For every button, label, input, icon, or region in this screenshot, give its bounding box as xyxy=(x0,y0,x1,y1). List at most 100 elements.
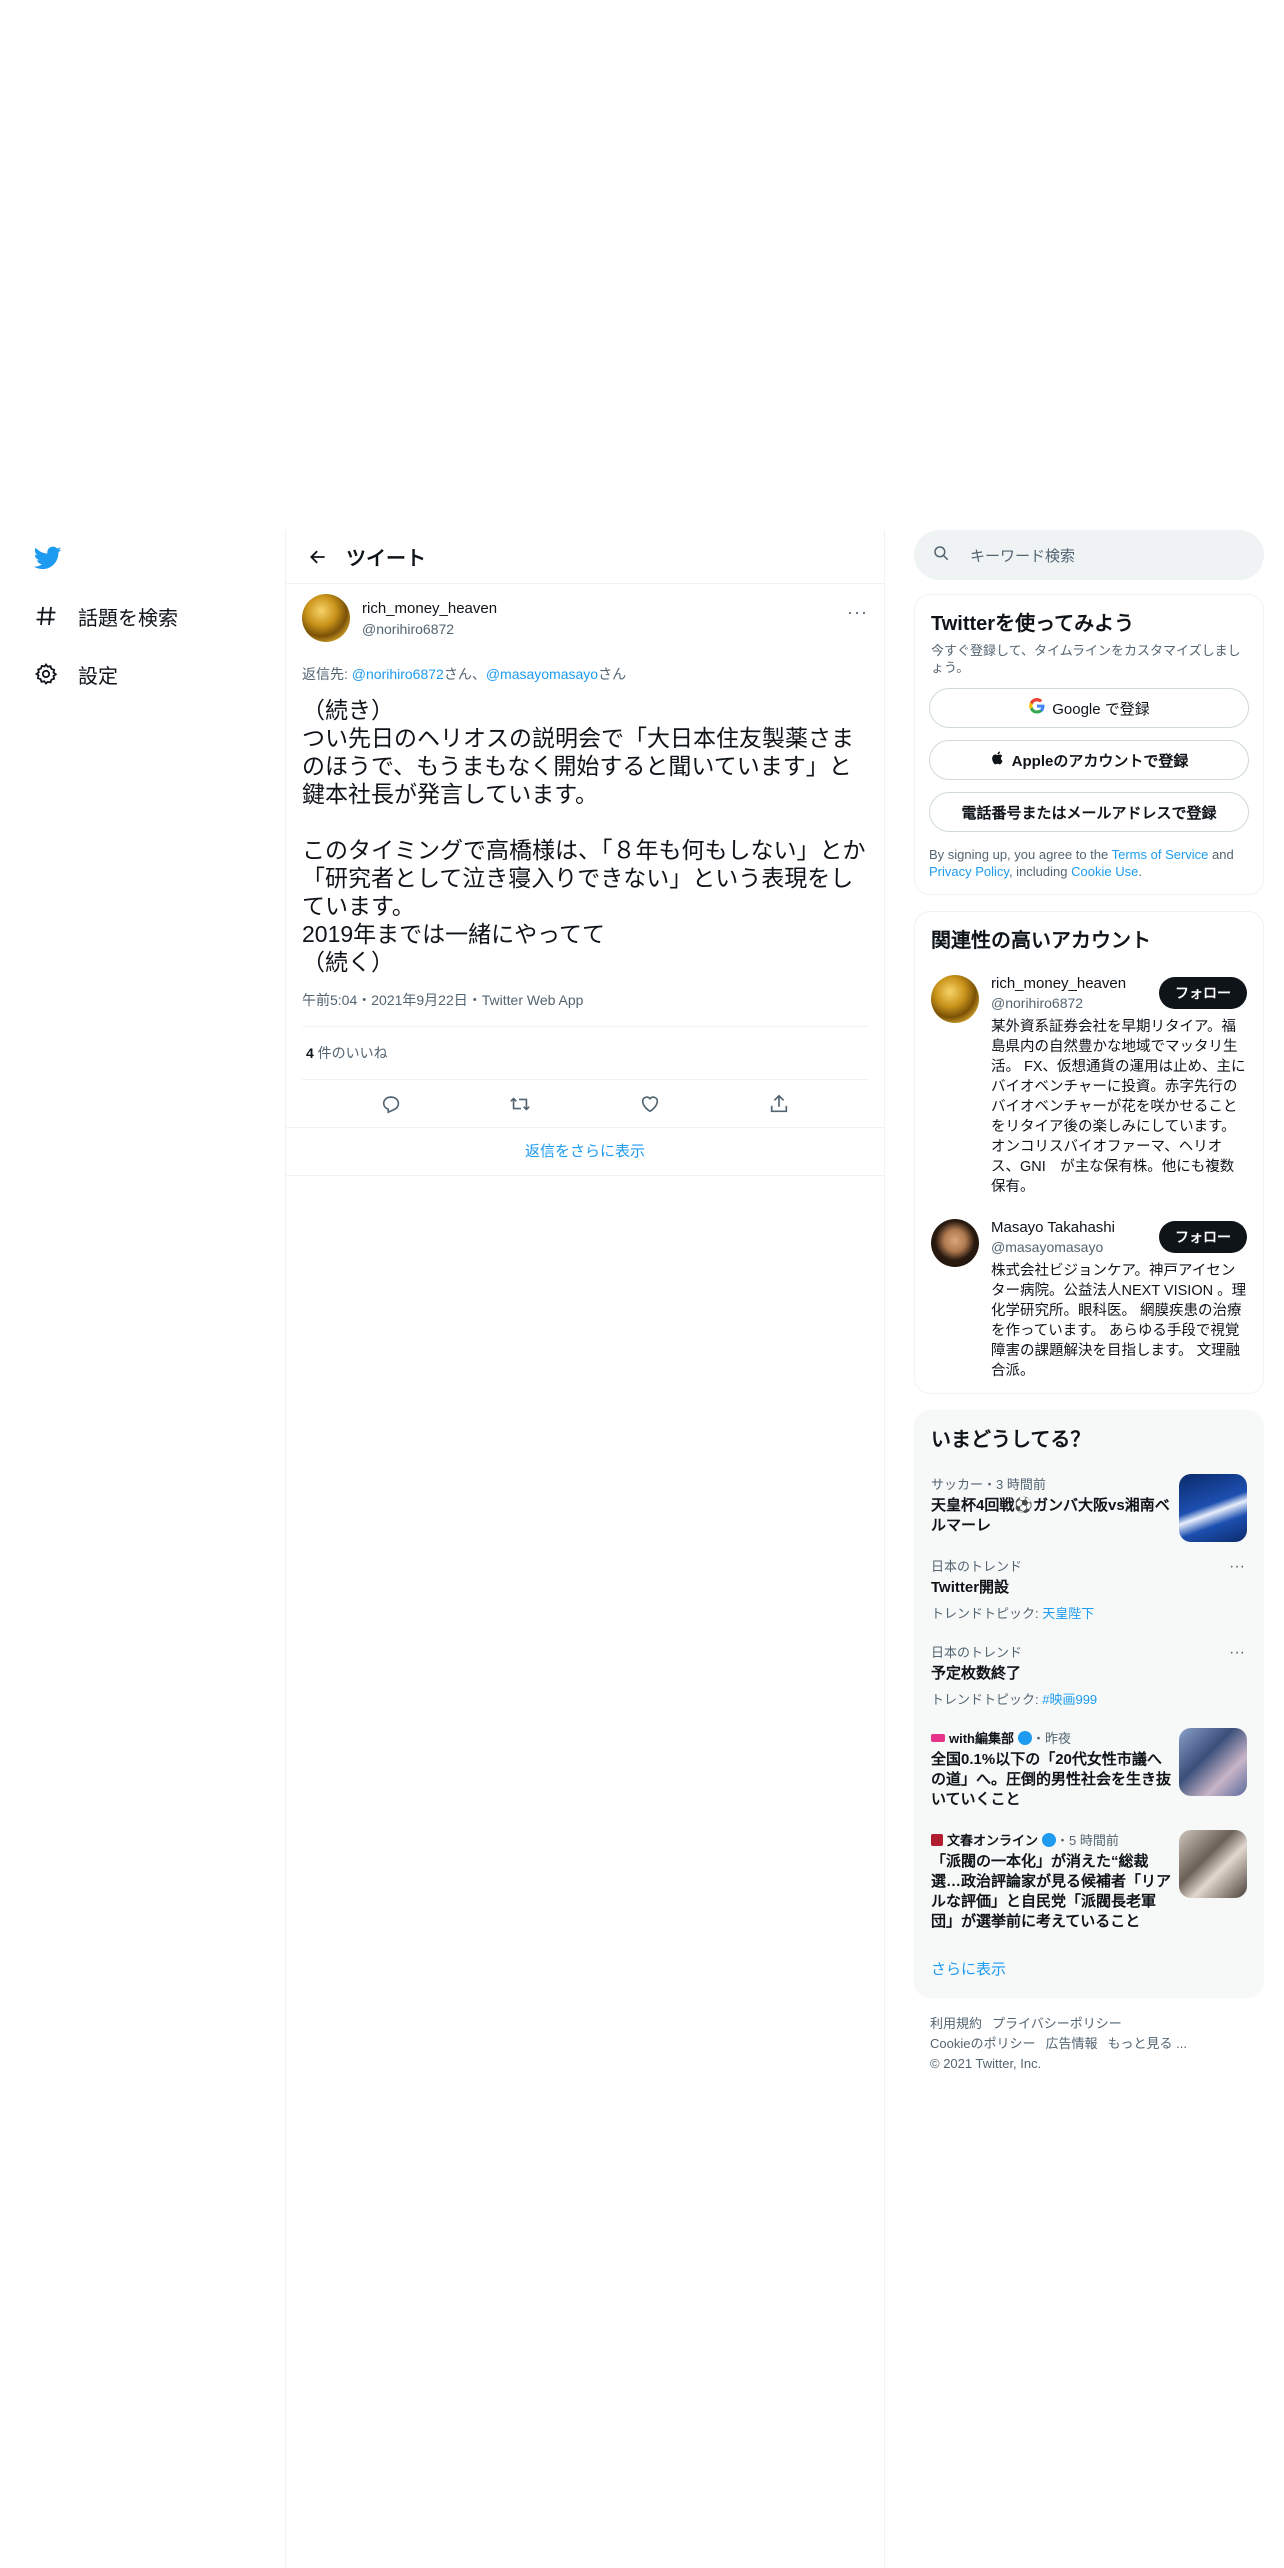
more-icon[interactable]: ··· xyxy=(1229,1558,1245,1576)
follow-button[interactable]: フォロー xyxy=(1159,1221,1247,1253)
likes-count[interactable]: 4 件のいいね xyxy=(302,1027,868,1080)
terms-of-service-link[interactable]: Terms of Service xyxy=(1112,847,1209,862)
account-item[interactable]: rich_money_heaven @norihiro6872 某外資系証券会社… xyxy=(915,965,1263,1209)
account-item[interactable]: Masayo Takahashi @masayomasayo 株式会社ビジョンケ… xyxy=(915,1209,1263,1393)
nav-settings[interactable]: 設定 xyxy=(32,654,118,694)
show-more-trends-link[interactable]: さらに表示 xyxy=(915,1942,1263,1997)
signup-title: Twitterを使ってみよう xyxy=(931,613,1135,635)
likes-number: 4 xyxy=(306,1045,314,1061)
like-icon[interactable] xyxy=(635,1089,665,1119)
share-icon[interactable] xyxy=(764,1089,794,1119)
related-accounts-card: 関連性の高いアカウント rich_money_heaven @norihiro6… xyxy=(914,911,1264,1394)
trend-item[interactable]: with編集部 ・昨夜 全国0.1%以下の「20代女性市議への道」へ。圧倒的男性… xyxy=(915,1718,1263,1820)
trend-title: 「派閥の一本化」が消えた“総裁選…政治評論家が見る候補者「リアルな評価」と自民党… xyxy=(931,1853,1172,1930)
terms-text-and: and xyxy=(1208,847,1234,862)
twitter-bird-icon[interactable] xyxy=(32,544,64,574)
trends-title: いまどうしてる？ xyxy=(931,1429,1091,1451)
tweet-text: （続き） つい先日のヘリオスの説明会で「大日本住友製薬さまのほうで、もうまもなく… xyxy=(302,697,866,975)
trend-time: ・昨夜 xyxy=(1032,1731,1072,1746)
likes-label: 件のいいね xyxy=(313,1045,388,1061)
retweet-icon[interactable] xyxy=(505,1089,535,1119)
terms-text-including: , including xyxy=(1008,864,1072,879)
trend-title: 全国0.1%以下の「20代女性市議への道」へ。圧倒的男性社会を生き抜いていくこと xyxy=(931,1751,1172,1808)
avatar[interactable] xyxy=(931,1219,979,1267)
apple-signup-label: Appleのアカウントで登録 xyxy=(1011,752,1189,770)
page-title: ツイート xyxy=(346,548,426,570)
header: ツイート xyxy=(286,530,884,584)
apple-signup-button[interactable]: Appleのアカウントで登録 xyxy=(929,740,1249,780)
gear-icon xyxy=(32,660,60,688)
show-more-replies-link[interactable]: 返信をさらに表示 xyxy=(286,1128,884,1176)
main-column: ツイート rich_money_heaven @norihiro6872 ···… xyxy=(285,530,885,2568)
trends-card: いまどうしてる？ サッカー・3 時間前 天皇杯4回戦⚽ガンバ大阪vs湘南ベルマー… xyxy=(914,1410,1264,1998)
source-logo-icon xyxy=(931,1733,945,1742)
source-logo-icon xyxy=(931,1833,943,1846)
reply-to-user-1[interactable]: @norihiro6872 xyxy=(352,666,444,682)
nav-explore[interactable]: 話題を検索 xyxy=(32,596,178,636)
avatar[interactable] xyxy=(931,975,979,1023)
reply-to: 返信先: @norihiro6872さん、@masayomasayoさん xyxy=(302,664,868,684)
trend-item[interactable]: サッカー・3 時間前 天皇杯4回戦⚽ガンバ大阪vs湘南ベルマーレ xyxy=(915,1464,1263,1546)
reply-icon[interactable] xyxy=(376,1089,406,1119)
avatar[interactable] xyxy=(302,594,350,642)
page: 話題を検索 設定 ツイート rich_money_heaven @norihir… xyxy=(0,0,1284,2568)
footer-link[interactable]: プライバシーポリシー xyxy=(992,2016,1122,2031)
source-name: 文春オンライン xyxy=(947,1833,1039,1848)
source-name: with編集部 xyxy=(949,1731,1014,1746)
tweet: rich_money_heaven @norihiro6872 ··· 返信先:… xyxy=(286,584,884,1176)
tweet-author: rich_money_heaven @norihiro6872 ··· xyxy=(302,594,868,654)
search-icon xyxy=(932,544,950,567)
trend-topic: トレンドトピック: 天皇陛下 xyxy=(931,1603,1247,1622)
trend-topic-label: トレンドトピック: xyxy=(931,1692,1043,1707)
footer-link[interactable]: もっと見る ... xyxy=(1107,2036,1186,2051)
google-signup-label: Google で登録 xyxy=(1052,700,1150,718)
trend-topic-link[interactable]: 天皇陛下 xyxy=(1042,1606,1094,1621)
phone-email-signup-button[interactable]: 電話番号またはメールアドレスで登録 xyxy=(929,792,1249,832)
privacy-policy-link[interactable]: Privacy Policy xyxy=(929,864,1009,879)
trend-item[interactable]: 日本のトレンド Twitter開設 トレンドトピック: 天皇陛下 ··· xyxy=(915,1546,1263,1632)
account-bio: 某外資系証券会社を早期リタイア。福島県内の自然豊かな地域でマッタリ生活。 FX、… xyxy=(991,1019,1246,1195)
reply-to-suffix-2: さん xyxy=(598,666,627,682)
trend-time: ・5 時間前 xyxy=(1056,1833,1119,1848)
follow-button[interactable]: フォロー xyxy=(1159,977,1247,1009)
apple-icon xyxy=(990,749,1006,771)
footer-link[interactable]: 広告情報 xyxy=(1045,2036,1097,2051)
trend-item[interactable]: 日本のトレンド 予定枚数終了 トレンドトピック: #映画999 ··· xyxy=(915,1632,1263,1718)
verified-badge-icon xyxy=(1018,1730,1032,1745)
reply-to-user-2[interactable]: @masayomasayo xyxy=(486,666,598,682)
username[interactable]: @norihiro6872 xyxy=(362,621,497,637)
sidebar: キーワード検索 Twitterを使ってみよう 今すぐ登録して、タイムラインをカス… xyxy=(914,530,1264,2090)
trend-title: 予定枚数終了 xyxy=(931,1665,1022,1682)
google-signup-button[interactable]: Google で登録 xyxy=(929,688,1249,728)
nav-explore-label: 話題を検索 xyxy=(78,607,178,630)
trend-thumbnail xyxy=(1179,1728,1247,1796)
cookie-use-link[interactable]: Cookie Use xyxy=(1071,864,1138,879)
verified-badge-icon xyxy=(1042,1832,1057,1847)
hash-icon xyxy=(32,602,60,630)
search-input[interactable]: キーワード検索 xyxy=(914,530,1264,580)
back-arrow-icon[interactable] xyxy=(290,530,346,584)
more-icon[interactable]: ··· xyxy=(847,602,868,623)
signup-terms: By signing up, you agree to the Terms of… xyxy=(915,832,1263,894)
tweet-timestamp[interactable]: 午前5:04・2021年9月22日・Twitter Web App xyxy=(302,990,868,1027)
search-placeholder: キーワード検索 xyxy=(970,547,1076,565)
trend-context: 日本のトレンド xyxy=(931,1645,1023,1660)
trend-thumbnail xyxy=(1179,1474,1247,1542)
footer-link[interactable]: Cookieのポリシー xyxy=(930,2036,1035,2051)
terms-text-pre: By signing up, you agree to the xyxy=(929,847,1112,862)
trend-topic-label: トレンドトピック: xyxy=(931,1606,1043,1621)
google-icon xyxy=(1028,697,1046,719)
trend-topic-link[interactable]: #映画999 xyxy=(1042,1692,1097,1707)
more-icon[interactable]: ··· xyxy=(1229,1644,1245,1662)
terms-text-end: . xyxy=(1138,864,1142,879)
trend-context: 日本のトレンド xyxy=(931,1559,1023,1574)
trend-title: Twitter開設 xyxy=(931,1579,1010,1596)
trend-thumbnail xyxy=(1179,1830,1247,1898)
signup-subtitle: 今すぐ登録して、タイムラインをカスタマイズしましょう。 xyxy=(931,643,1241,675)
display-name[interactable]: rich_money_heaven xyxy=(362,600,497,617)
tweet-actions xyxy=(286,1080,884,1128)
trend-item[interactable]: 文春オンライン ・5 時間前 「派閥の一本化」が消えた“総裁選…政治評論家が見る… xyxy=(915,1820,1263,1942)
footer: 利用規約 プライバシーポリシー Cookieのポリシー 広告情報 もっと見る ... … xyxy=(914,1998,1264,2090)
footer-link[interactable]: 利用規約 xyxy=(930,2016,982,2031)
related-accounts-title: 関連性の高いアカウント xyxy=(931,930,1151,952)
